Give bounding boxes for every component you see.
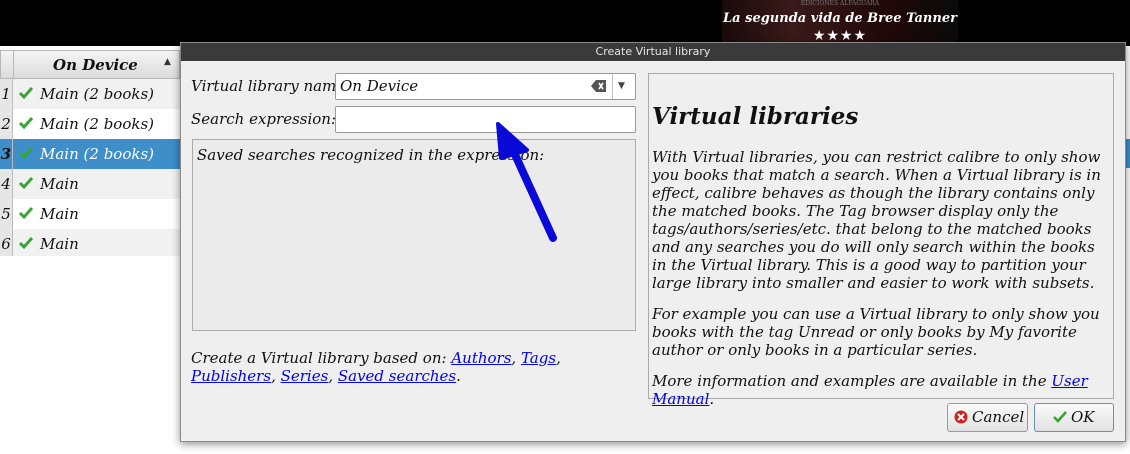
ok-button[interactable]: OK: [1034, 403, 1114, 432]
row-number: 4: [0, 169, 13, 199]
series-link[interactable]: Series: [281, 367, 329, 385]
search-label: Search expression:: [191, 110, 337, 128]
name-label: Virtual library name:: [191, 77, 351, 95]
combo-separator: [612, 74, 613, 99]
checkmark-icon: [18, 177, 34, 190]
cover-title: La segunda vida de Bree Tanner: [723, 11, 957, 26]
row-number: 3: [0, 139, 13, 169]
checkmark-icon: [18, 117, 34, 130]
checkmark-icon: [18, 147, 34, 160]
cancel-label: Cancel: [972, 408, 1025, 426]
table-row[interactable]: 5 Main: [0, 199, 180, 229]
column-header-on-device[interactable]: On Device ▲: [0, 50, 180, 79]
table-row[interactable]: 1 Main (2 books): [0, 79, 180, 109]
help-paragraph-2: For example you can use a Virtual librar…: [652, 305, 1100, 359]
name-field-value[interactable]: On Device: [340, 77, 418, 95]
authors-link[interactable]: Authors: [451, 349, 511, 367]
row-text: Main: [40, 205, 79, 223]
create-virtual-library-dialog: Create Virtual library Virtual library n…: [180, 42, 1126, 442]
row-number-header: [1, 51, 14, 78]
saved-searches-box: Saved searches recognized in the express…: [192, 139, 636, 331]
table-row[interactable]: 6 Main: [0, 229, 180, 259]
help-more-info: More information and examples are availa…: [652, 372, 1047, 390]
row-text: Main (2 books): [40, 85, 154, 103]
based-on-label: Create a Virtual library based on:: [191, 349, 447, 367]
column-header-label: On Device: [53, 56, 138, 74]
help-title: Virtual libraries: [652, 103, 859, 130]
saved-searches-label: Saved searches recognized in the express…: [197, 146, 545, 164]
row-text: Main (2 books): [40, 145, 154, 163]
based-on-line: Create a Virtual library based on: Autho…: [191, 349, 561, 385]
book-cover[interactable]: EDICIONES ALFAGUARA La segunda vida de B…: [722, 0, 958, 46]
saved-searches-link[interactable]: Saved searches: [338, 367, 456, 385]
row-number: 2: [0, 109, 13, 139]
help-panel: Virtual libraries With Virtual libraries…: [648, 73, 1114, 408]
help-content: Virtual libraries With Virtual libraries…: [652, 102, 1110, 421]
sort-arrow-icon: ▲: [164, 57, 171, 67]
publishers-link[interactable]: Publishers: [191, 367, 271, 385]
table-row-selected[interactable]: 3 Main (2 books): [0, 139, 180, 169]
checkmark-icon: [18, 207, 34, 220]
row-text: Main: [40, 235, 79, 253]
table-row[interactable]: 4 Main: [0, 169, 180, 199]
cancel-button[interactable]: Cancel: [947, 403, 1028, 432]
row-text: Main: [40, 175, 79, 193]
clear-text-icon[interactable]: [591, 79, 607, 93]
row-number: 6: [0, 229, 13, 259]
row-number: 5: [0, 199, 13, 229]
ok-label: OK: [1071, 408, 1095, 426]
search-expression-input[interactable]: [335, 106, 636, 133]
cancel-icon: [954, 410, 968, 424]
dialog-title: Create Virtual library: [181, 43, 1125, 61]
table-row[interactable]: 2 Main (2 books): [0, 109, 180, 139]
table-empty-area: [0, 256, 180, 454]
row-number: 1: [0, 79, 13, 109]
checkmark-icon: [18, 237, 34, 250]
checkmark-icon: [18, 87, 34, 100]
chevron-down-icon[interactable]: ▼: [618, 81, 625, 91]
cover-top-text: EDICIONES ALFAGUARA: [800, 0, 880, 7]
top-strip: [0, 0, 1130, 46]
virtual-library-name-combo[interactable]: On Device ▼: [335, 73, 636, 100]
ok-check-icon: [1053, 411, 1067, 423]
book-table: On Device ▲ 1 Main (2 books) 2 Main (2 b…: [0, 50, 180, 259]
tags-link[interactable]: Tags: [521, 349, 556, 367]
row-text: Main (2 books): [40, 115, 154, 133]
help-paragraph-1: With Virtual libraries, you can restrict…: [652, 148, 1101, 292]
help-period: .: [709, 390, 715, 408]
